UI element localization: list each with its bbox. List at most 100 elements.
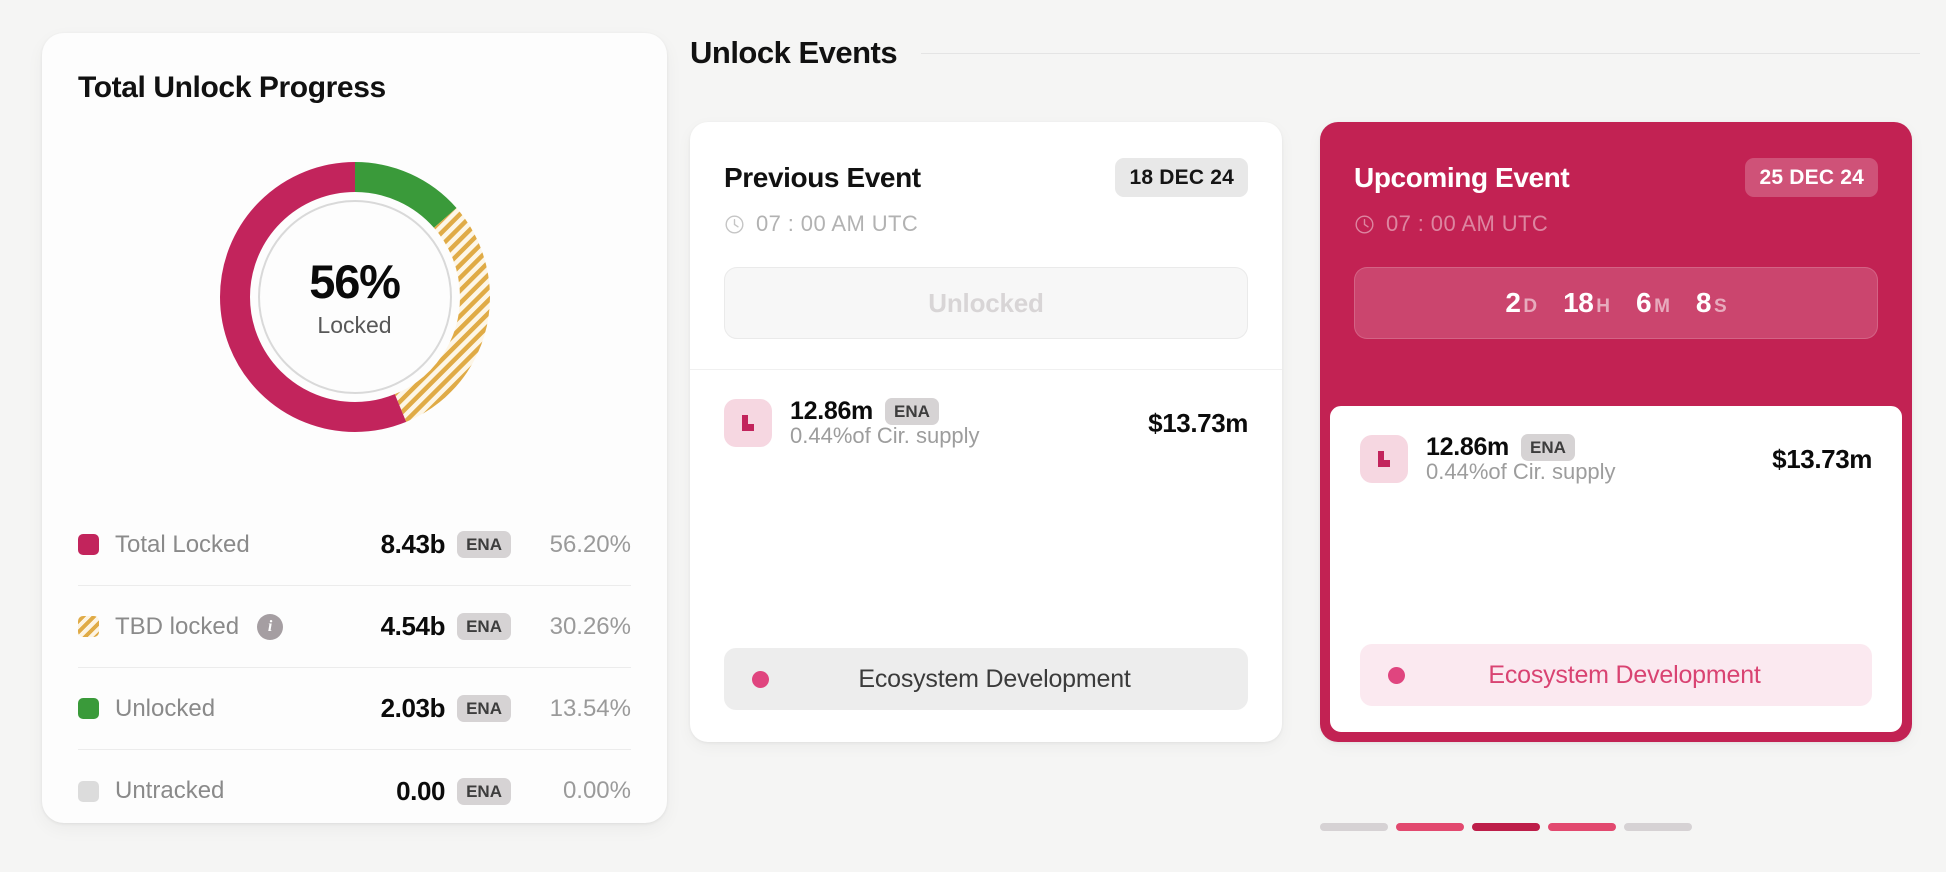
event-cards-row: Previous Event 18 DEC 24 07 : 00 AM UTC … [690,122,1920,742]
token-supply-subtext: 0.44%of Cir. supply [1426,459,1616,484]
previous-event-header: Previous Event 18 DEC 24 07 : 00 AM UTC … [690,122,1282,370]
legend-swatch-icon [78,534,99,555]
token-amount: 12.86m [790,397,873,425]
clock-icon [1355,214,1374,234]
legend-row-tbd-locked[interactable]: TBD locked i 4.54b ENA 30.26% [78,586,631,668]
token-usd-value: $13.73m [1148,407,1248,438]
legend-percent: 13.54% [549,694,631,722]
upcoming-event-time: 07 : 00 AM UTC [1354,211,1878,237]
previous-event-footer: Ecosystem Development [690,648,1282,742]
info-icon[interactable]: i [257,613,284,640]
token-supply-subtext: 0.44%of Cir. supply [790,423,980,448]
unlock-dashboard: Total Unlock Progress 56% Locked Total L… [0,0,1946,872]
token-usd-value: $13.73m [1772,443,1872,474]
unlock-events-section: Unlock Events Previous Event 18 DEC 24 0… [690,30,1920,850]
countdown-days: 2 D [1505,287,1537,319]
previous-event-category-pill[interactable]: Ecosystem Development [724,648,1248,710]
legend-amount: 8.43b [380,529,446,559]
upcoming-event-detail-panel: 12.86m ENA 0.44%of Cir. supply $13.73m E… [1328,404,1904,734]
previous-event-token-row: 12.86m ENA 0.44%of Cir. supply $13.73m [724,398,1248,448]
legend-label: TBD locked [115,612,240,640]
token-unit-chip: ENA [1521,434,1575,461]
token-logo-icon [724,399,772,447]
unlocked-status-button[interactable]: Unlocked [724,267,1248,339]
legend-amount: 0.00 [396,775,446,806]
legend-unit-chip: ENA [457,777,511,805]
clock-icon [725,214,744,234]
category-dot-icon [752,670,769,688]
countdown-days-value: 2 [1505,287,1521,318]
unlock-events-header: Unlock Events [690,30,1920,76]
countdown-hours-unit: H [1596,296,1611,317]
countdown-days-unit: D [1523,296,1538,317]
upcoming-event-headline: Upcoming Event 25 DEC 24 [1354,158,1878,197]
countdown-minutes: 6 M [1636,287,1670,319]
upcoming-event-body: 12.86m ENA 0.44%of Cir. supply $13.73m [1330,406,1902,644]
countdown-seconds-value: 8 [1695,287,1712,318]
legend-swatch-icon [78,616,99,637]
upcoming-event-token-row: 12.86m ENA 0.44%of Cir. supply $13.73m [1360,434,1872,484]
legend-unit-chip: ENA [457,695,511,722]
donut-percent-value: 56% [309,254,401,308]
upcoming-event-token-line: 12.86m ENA [1426,434,1616,461]
total-unlock-progress-card: Total Unlock Progress 56% Locked Total L… [42,33,667,823]
carousel-pagination[interactable] [1320,823,1692,831]
legend-label: Unlocked [115,694,216,722]
previous-event-body: 12.86m ENA 0.44%of Cir. supply $13.73m [690,370,1282,648]
unlock-donut-chart: 56% Locked [210,152,500,442]
legend-swatch-icon [78,698,99,719]
category-dot-icon [1388,666,1405,684]
upcoming-event-token-meta: 12.86m ENA 0.44%of Cir. supply [1426,434,1616,484]
previous-event-card[interactable]: Previous Event 18 DEC 24 07 : 00 AM UTC … [690,122,1282,742]
previous-event-time-text: 07 : 00 AM UTC [756,211,919,236]
pagination-bar-5[interactable] [1624,823,1692,831]
category-label: Ecosystem Development [858,664,1131,693]
legend-label: Total Locked [115,530,250,558]
previous-event-token-meta: 12.86m ENA 0.44%of Cir. supply [790,398,980,448]
upcoming-event-footer: Ecosystem Development [1330,644,1902,732]
legend-amount: 4.54b [380,611,446,641]
countdown-seconds-unit: S [1714,296,1727,317]
category-label: Ecosystem Development [1488,660,1761,689]
countdown-hours-value: 18 [1563,287,1594,318]
countdown-seconds: 8 S [1696,287,1727,319]
header-divider [921,52,1920,54]
previous-event-title: Previous Event [724,161,921,193]
legend-swatch-icon [78,780,99,802]
donut-percent-caption: Locked [317,311,392,338]
previous-event-date-badge: 18 DEC 24 [1115,158,1248,197]
previous-event-headline: Previous Event 18 DEC 24 [724,158,1248,197]
upcoming-event-header: Upcoming Event 25 DEC 24 07 : 00 AM UTC … [1320,122,1912,339]
upcoming-event-title: Upcoming Event [1354,161,1570,193]
page-title: Total Unlock Progress [78,71,386,104]
countdown-minutes-value: 6 [1636,287,1652,318]
legend-percent: 30.26% [549,612,631,640]
legend-unit-chip: ENA [457,613,511,640]
legend-row-total-locked[interactable]: Total Locked 8.43b ENA 56.20% [78,504,631,586]
pagination-bar-3-active[interactable] [1472,823,1540,831]
pagination-bar-1[interactable] [1320,823,1388,831]
legend-percent: 0.00% [562,777,631,804]
token-logo-icon [1360,435,1408,483]
token-amount: 12.86m [1426,433,1509,461]
upcoming-event-card[interactable]: Upcoming Event 25 DEC 24 07 : 00 AM UTC … [1320,122,1912,742]
section-title: Unlock Events [690,35,898,70]
legend-unit-chip: ENA [457,531,511,558]
countdown-timer: 2 D 18 H 6 M 8 S [1354,267,1878,339]
upcoming-event-time-text: 07 : 00 AM UTC [1386,211,1549,236]
legend-row-unlocked[interactable]: Unlocked 2.03b ENA 13.54% [78,668,631,750]
legend-row-untracked[interactable]: Untracked 0.00 ENA 0.00% [78,750,631,832]
pagination-bar-2[interactable] [1396,823,1464,831]
upcoming-event-category-pill[interactable]: Ecosystem Development [1360,644,1872,706]
legend-amount: 2.03b [380,693,446,723]
donut-center-label: 56% Locked [210,152,500,442]
pagination-bar-4[interactable] [1548,823,1616,831]
countdown-minutes-unit: M [1654,296,1670,317]
countdown-hours: 18 H [1563,287,1610,319]
unlock-legend: Total Locked 8.43b ENA 56.20% TBD locked… [78,504,631,832]
upcoming-event-date-badge: 25 DEC 24 [1745,158,1878,197]
legend-percent: 56.20% [549,530,631,558]
token-unit-chip: ENA [885,398,939,425]
previous-event-token-line: 12.86m ENA [790,398,980,425]
legend-label: Untracked [115,777,225,804]
